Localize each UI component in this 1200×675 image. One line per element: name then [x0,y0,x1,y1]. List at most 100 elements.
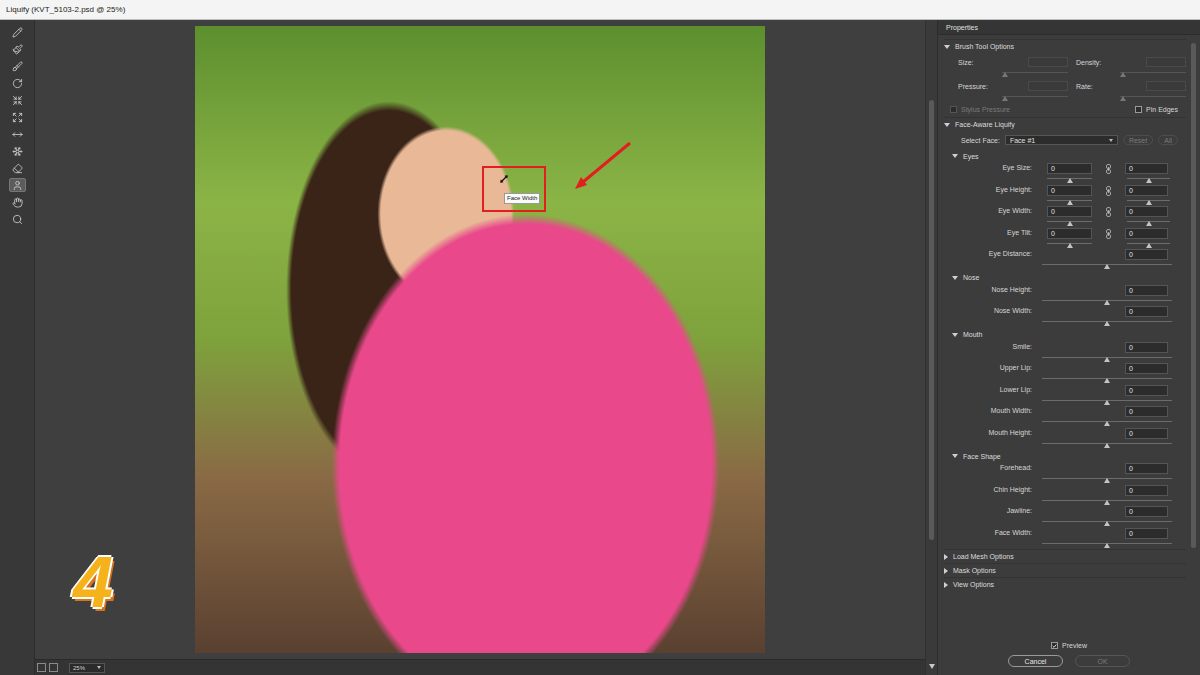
slider-knob[interactable] [1104,478,1110,483]
value-field[interactable]: 0 [1125,428,1168,439]
slider-knob[interactable] [1104,400,1110,405]
slider[interactable] [1047,177,1092,183]
value-field[interactable]: 0 [1047,163,1092,174]
slider-knob[interactable] [1104,500,1110,505]
tool-button[interactable] [9,93,26,107]
group-header[interactable]: Eyes [944,149,1186,163]
slider[interactable] [1042,542,1172,548]
slider-knob[interactable] [1146,221,1152,226]
slider[interactable] [1127,242,1170,248]
link-icon[interactable] [1106,186,1111,196]
link-icon[interactable] [1106,229,1111,239]
slider[interactable] [1042,263,1172,269]
slider-knob[interactable] [1104,357,1110,362]
link-icon[interactable] [1106,164,1111,174]
value-field[interactable]: 0 [1125,506,1168,517]
slider-knob[interactable] [1104,264,1110,269]
tool-button[interactable] [9,195,26,209]
value-field[interactable]: 0 [1125,342,1168,353]
section-header[interactable]: View Options [944,577,1186,591]
slider-knob[interactable] [1146,200,1152,205]
section-header[interactable]: Face-Aware Liquify [944,117,1186,131]
slider[interactable] [1042,299,1172,305]
slider-knob[interactable] [1067,200,1073,205]
value-field[interactable]: 0 [1125,285,1168,296]
slider[interactable] [1042,477,1172,483]
slider[interactable] [1127,220,1170,226]
slider[interactable] [1127,199,1170,205]
slider-knob[interactable] [1104,521,1110,526]
canvas-scrollbar[interactable] [925,20,937,675]
value-field[interactable]: 0 [1125,463,1168,474]
value-field[interactable]: 0 [1125,306,1168,317]
group-header[interactable]: Face Shape [944,449,1186,463]
slider-knob[interactable] [1104,443,1110,448]
slider[interactable] [1042,520,1172,526]
slider[interactable] [1047,199,1092,205]
tool-button[interactable] [9,161,26,175]
tool-button[interactable] [9,144,26,158]
slider-knob[interactable] [1104,543,1110,548]
slider-knob[interactable] [1067,178,1073,183]
value-field[interactable]: 0 [1047,228,1092,239]
group-header[interactable]: Nose [944,271,1186,285]
value-field[interactable]: 0 [1125,485,1168,496]
checkbox-item[interactable]: Pin Edges [1135,106,1178,113]
tool-button[interactable] [9,25,26,39]
section-header[interactable]: Load Mesh Options [944,549,1186,563]
slider[interactable] [1047,242,1092,248]
slider-knob[interactable] [1104,321,1110,326]
tool-button[interactable] [9,212,26,226]
tool-button[interactable] [9,178,26,192]
link-toggle[interactable] [1092,163,1125,185]
zoom-out-button[interactable] [37,663,46,672]
checkbox[interactable] [1135,106,1142,113]
scroll-thumb[interactable] [1191,43,1196,548]
canvas[interactable]: Face Width4 [35,20,925,659]
value-field[interactable]: 0 [1047,206,1092,217]
tool-button[interactable] [9,59,26,73]
scroll-thumb[interactable] [929,100,934,540]
slider[interactable] [1042,420,1172,426]
value-field[interactable]: 0 [1125,528,1168,539]
zoom-in-button[interactable] [49,663,58,672]
slider[interactable] [1042,399,1172,405]
slider-knob[interactable] [1146,243,1152,248]
value-field[interactable]: 0 [1125,249,1168,260]
slider[interactable] [1042,442,1172,448]
slider[interactable] [1042,356,1172,362]
slider-knob[interactable] [1104,421,1110,426]
link-toggle[interactable] [1092,185,1125,207]
value-field[interactable]: 0 [1125,363,1168,374]
section-header[interactable]: Mask Options [944,563,1186,577]
slider-knob[interactable] [1104,300,1110,305]
slider[interactable] [1127,177,1170,183]
zoom-select[interactable]: 25% [69,663,105,673]
group-header[interactable]: Mouth [944,328,1186,342]
checkbox[interactable] [1051,642,1058,649]
section-header[interactable]: Brush Tool Options [944,39,1186,53]
value-field[interactable]: 0 [1125,206,1168,217]
value-field[interactable]: 0 [1125,185,1168,196]
value-field[interactable]: 0 [1047,185,1092,196]
slider[interactable] [1042,377,1172,383]
tool-button[interactable] [9,42,26,56]
slider[interactable] [1047,220,1092,226]
value-field[interactable]: 0 [1125,228,1168,239]
slider[interactable] [1042,499,1172,505]
link-icon[interactable] [1106,207,1111,217]
scroll-down-icon[interactable] [929,664,935,669]
panel-scrollbar[interactable] [1186,35,1200,638]
slider[interactable] [1042,320,1172,326]
dialog-button[interactable]: Cancel [1008,655,1063,667]
tool-button[interactable] [9,127,26,141]
value-field[interactable]: 0 [1125,406,1168,417]
face-select[interactable]: Face #1 [1005,135,1118,145]
value-field[interactable]: 0 [1125,385,1168,396]
tool-button[interactable] [9,110,26,124]
link-toggle[interactable] [1092,228,1125,250]
slider-knob[interactable] [1104,378,1110,383]
value-field[interactable]: 0 [1125,163,1168,174]
slider-knob[interactable] [1067,243,1073,248]
tool-button[interactable] [9,76,26,90]
